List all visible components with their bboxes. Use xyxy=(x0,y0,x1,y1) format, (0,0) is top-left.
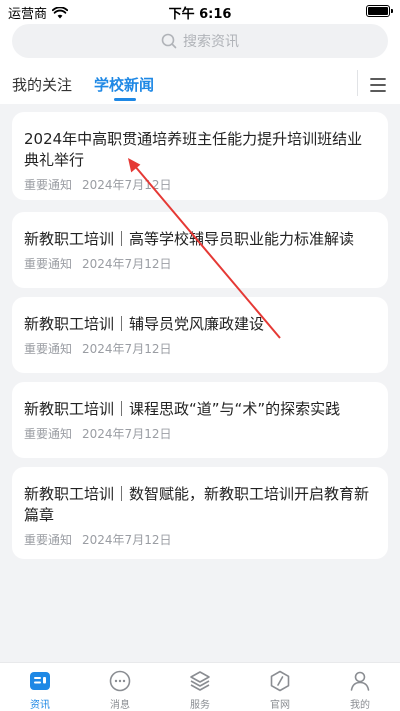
top-header: 运营商 下午 6:16 搜索资讯 我的关注 学校新闻 xyxy=(0,0,400,104)
news-card[interactable]: 新教职工培训｜课程思政“道”与“术”的探索实践 重要通知 2024年7月12日 xyxy=(12,382,388,458)
news-icon xyxy=(30,672,50,690)
search-placeholder: 搜索资讯 xyxy=(183,34,239,50)
nav-item-services[interactable]: 服务 xyxy=(160,663,240,711)
nav-item-profile[interactable]: 我的 xyxy=(320,663,400,711)
news-title: 新教职工培训｜高等学校辅导员职业能力标准解读 xyxy=(24,230,355,248)
message-icon xyxy=(109,670,131,692)
nav-label: 服务 xyxy=(190,700,210,711)
nav-item-website[interactable]: 官网 xyxy=(240,663,320,711)
news-date: 2024年7月12日 xyxy=(82,342,172,356)
news-tag: 重要通知 xyxy=(24,178,73,192)
status-bar: 运营商 下午 6:16 xyxy=(0,0,400,22)
news-card[interactable]: 新教职工培训｜高等学校辅导员职业能力标准解读 重要通知 2024年7月12日 xyxy=(12,212,388,288)
layers-icon xyxy=(190,671,210,691)
news-tag: 重要通知 xyxy=(24,533,73,547)
bottom-nav: 资讯 消息 服务 官网 我的 xyxy=(0,662,400,711)
search-icon xyxy=(161,33,177,49)
menu-icon[interactable] xyxy=(366,75,390,95)
news-date: 2024年7月12日 xyxy=(82,257,172,271)
news-card[interactable]: 新教职工培训｜数智赋能，新教职工培训开启教育新篇章 重要通知 2024年7月12… xyxy=(12,467,388,559)
news-title: 新教职工培训｜课程思政“道”与“术”的探索实践 xyxy=(24,400,341,418)
category-tabs: 我的关注 学校新闻 xyxy=(0,70,400,104)
news-card[interactable]: 2024年中高职贯通培养班主任能力提升培训班结业典礼举行 重要通知 2024年7… xyxy=(12,112,388,200)
news-title: 新教职工培训｜数智赋能，新教职工培训开启教育新篇章 xyxy=(24,485,370,524)
nav-label: 消息 xyxy=(110,700,130,711)
user-icon xyxy=(350,671,370,691)
news-tag: 重要通知 xyxy=(24,257,73,271)
news-tag: 重要通知 xyxy=(24,342,73,356)
tab-following[interactable]: 我的关注 xyxy=(12,74,72,95)
nav-item-messages[interactable]: 消息 xyxy=(80,663,160,711)
tab-school-news[interactable]: 学校新闻 xyxy=(94,74,154,95)
tab-divider xyxy=(357,70,358,96)
search-bar[interactable]: 搜索资讯 xyxy=(12,24,388,58)
nav-label: 资讯 xyxy=(30,700,50,711)
news-title: 2024年中高职贯通培养班主任能力提升培训班结业典礼举行 xyxy=(24,130,363,169)
news-date: 2024年7月12日 xyxy=(82,427,172,441)
status-time: 下午 6:16 xyxy=(168,7,232,22)
compass-icon xyxy=(270,670,290,692)
nav-item-news[interactable]: 资讯 xyxy=(0,663,80,711)
news-date: 2024年7月12日 xyxy=(82,178,172,192)
active-tab-indicator xyxy=(114,98,136,101)
news-title: 新教职工培训｜辅导员党风廉政建设 xyxy=(24,315,265,333)
news-tag: 重要通知 xyxy=(24,427,73,441)
news-date: 2024年7月12日 xyxy=(82,533,172,547)
nav-label: 我的 xyxy=(350,700,370,711)
battery-icon xyxy=(366,5,393,17)
nav-label: 官网 xyxy=(270,700,290,711)
news-card[interactable]: 新教职工培训｜辅导员党风廉政建设 重要通知 2024年7月12日 xyxy=(12,297,388,373)
